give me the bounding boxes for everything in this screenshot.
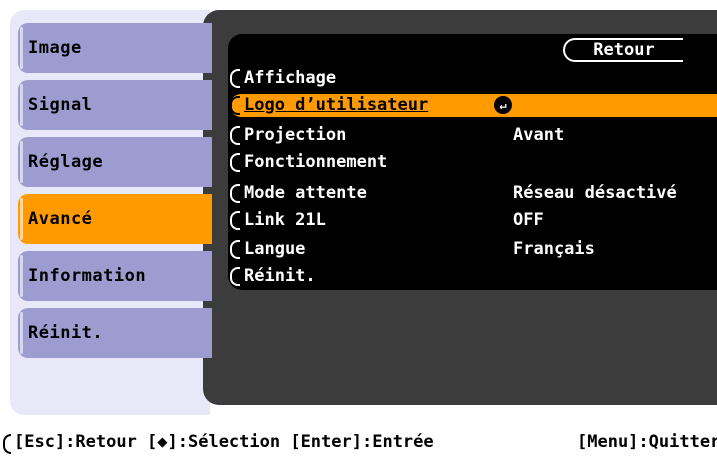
menu-item-value: Avant bbox=[513, 125, 565, 145]
back-button[interactable]: Retour bbox=[563, 38, 683, 62]
menu-item-label: Affichage bbox=[244, 68, 337, 88]
menu-item-mode-attente[interactable]: Mode attente Réseau désactivé bbox=[230, 182, 717, 205]
item-bracket bbox=[230, 184, 240, 203]
item-bracket bbox=[230, 211, 240, 230]
menu-item-link-21l[interactable]: Link 21L OFF bbox=[230, 209, 717, 232]
menu-item-value: OFF bbox=[513, 210, 544, 230]
sidebar-item-information[interactable]: Information bbox=[18, 251, 212, 301]
sidebar-item-avance[interactable]: Avancé bbox=[18, 194, 212, 244]
item-bracket bbox=[230, 153, 240, 172]
help-bracket bbox=[3, 434, 11, 454]
sidebar-item-reinit[interactable]: Réinit. bbox=[18, 308, 212, 358]
item-bracket bbox=[230, 267, 240, 286]
menu-item-label: Projection bbox=[244, 125, 347, 145]
help-navigation-text: [Esc]:Retour [◆]:Sélection [Enter]:Entré… bbox=[14, 432, 434, 452]
sidebar-item-reglage[interactable]: Réglage bbox=[18, 137, 212, 187]
sidebar-item-label: Signal bbox=[28, 95, 93, 115]
menu-item-value: Réseau désactivé bbox=[513, 183, 677, 203]
sidebar-item-label: Réglage bbox=[28, 152, 104, 172]
menu-item-reinit[interactable]: Réinit. bbox=[230, 265, 717, 288]
sidebar-item-label: Information bbox=[28, 266, 147, 286]
item-bracket bbox=[230, 69, 240, 88]
enter-return-icon: ↵ bbox=[494, 96, 512, 114]
menu-item-value: Français bbox=[513, 239, 595, 259]
menu-item-fonctionnement[interactable]: Fonctionnement bbox=[230, 151, 717, 174]
menu-item-label: Link 21L bbox=[244, 210, 326, 230]
help-quit-text: [Menu]:Quitter bbox=[577, 432, 717, 452]
sidebar-item-label: Réinit. bbox=[28, 323, 104, 343]
sidebar-item-label: Avancé bbox=[28, 209, 93, 229]
menu-item-label: Logo d’utilisateur bbox=[244, 95, 429, 115]
item-bracket bbox=[230, 126, 240, 145]
item-bracket bbox=[230, 96, 240, 115]
menu-item-langue[interactable]: Langue Français bbox=[230, 238, 717, 261]
sidebar-item-image[interactable]: Image bbox=[18, 23, 212, 73]
sidebar-item-signal[interactable]: Signal bbox=[18, 80, 212, 130]
item-bracket bbox=[230, 240, 240, 259]
help-bar: [Esc]:Retour [◆]:Sélection [Enter]:Entré… bbox=[0, 430, 717, 458]
menu-item-logo-utilisateur[interactable]: Logo d’utilisateur ↵ bbox=[230, 94, 717, 117]
menu-item-affichage[interactable]: Affichage bbox=[230, 67, 717, 90]
sidebar-item-label: Image bbox=[28, 38, 82, 58]
menu-item-label: Réinit. bbox=[244, 266, 316, 286]
menu-item-label: Fonctionnement bbox=[244, 152, 388, 172]
menu-item-label: Langue bbox=[244, 239, 306, 259]
menu-item-projection[interactable]: Projection Avant bbox=[230, 124, 717, 147]
menu-item-label: Mode attente bbox=[244, 183, 367, 203]
projector-osd-menu: Image Signal Réglage Avancé Information … bbox=[0, 0, 717, 458]
